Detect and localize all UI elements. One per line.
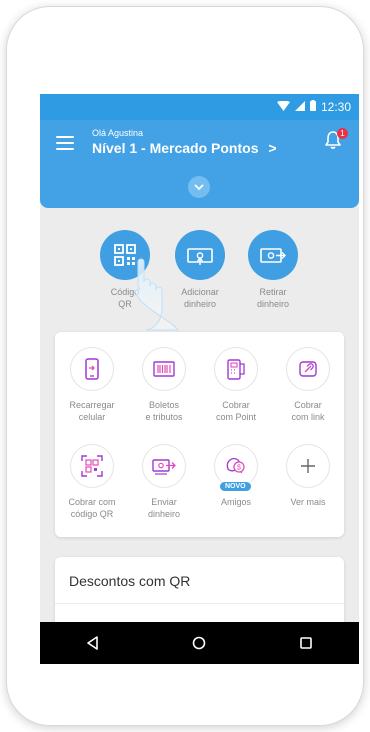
phone-frame: 12:30 Olá Agustina Nível 1 - Mercado Pon… <box>6 6 364 726</box>
app-screen: 12:30 Olá Agustina Nível 1 - Mercado Pon… <box>40 94 359 664</box>
wifi-icon <box>276 100 290 114</box>
discounts-title: Descontos com QR <box>69 573 191 589</box>
link-icon <box>286 347 330 391</box>
chevron-down-icon <box>194 183 204 190</box>
tile-charge-point[interactable]: Cobrar com Point <box>201 347 271 423</box>
tile-label: Cobrar com código QR <box>68 497 116 519</box>
send-money-icon <box>142 444 186 488</box>
new-badge: NOVO <box>220 482 251 491</box>
svg-text:$: $ <box>237 465 241 472</box>
status-time: 12:30 <box>320 100 351 114</box>
plus-icon <box>286 444 330 488</box>
barcode-icon <box>142 347 186 391</box>
tile-label: Cobrar com Point <box>215 400 257 422</box>
menu-icon[interactable] <box>56 136 74 150</box>
quick-actions: Código QR Adicionar dinheiro Retirar din… <box>40 208 359 331</box>
withdraw-money-icon <box>248 230 298 280</box>
tile-label: Ver mais <box>290 497 326 507</box>
tile-label: Enviar dinheiro <box>147 497 181 519</box>
level-text: Nível 1 - Mercado Pontos <box>92 140 259 156</box>
tile-charge-link[interactable]: Cobrar com link <box>273 347 343 423</box>
tile-label: Amigos <box>220 497 251 507</box>
services-card: Recarregar celular Boletos e tributos Co… <box>55 332 344 537</box>
phone-recharge-icon <box>70 347 114 391</box>
tile-friends[interactable]: $ NOVO Amigos <box>201 444 271 508</box>
tile-bills[interactable]: Boletos e tributos <box>129 347 199 423</box>
notifications-button[interactable]: 1 <box>323 128 348 152</box>
status-bar: 12:30 <box>40 94 359 120</box>
back-button[interactable] <box>73 628 113 658</box>
recents-icon <box>300 637 312 649</box>
notification-badge: 1 <box>337 128 348 139</box>
qr-scan-icon <box>70 444 114 488</box>
tile-label: Recarregar celular <box>69 400 115 422</box>
tile-label: Cobrar com link <box>291 400 325 422</box>
point-device-icon <box>214 347 258 391</box>
home-icon <box>193 636 206 650</box>
back-icon <box>87 636 98 650</box>
tile-label: Boletos e tributos <box>145 400 183 422</box>
hand-pointer-icon <box>135 258 180 331</box>
chevron-right-icon: > <box>268 140 277 156</box>
divider <box>55 603 344 604</box>
tile-see-more[interactable]: Ver mais <box>273 444 343 508</box>
withdraw-money-button[interactable]: Retirar dinheiro <box>243 230 303 310</box>
expand-button[interactable] <box>188 176 210 198</box>
android-nav-bar <box>40 622 359 664</box>
tile-send-money[interactable]: Enviar dinheiro <box>129 444 199 520</box>
home-button[interactable] <box>179 628 219 658</box>
app-header: Olá Agustina Nível 1 - Mercado Pontos > … <box>40 120 359 208</box>
tile-recharge-phone[interactable]: Recarregar celular <box>57 347 127 423</box>
recents-button[interactable] <box>286 628 326 658</box>
level-link[interactable]: Nível 1 - Mercado Pontos > <box>92 140 277 156</box>
greeting-text: Olá Agustina <box>92 128 144 138</box>
battery-icon <box>309 100 316 114</box>
withdraw-money-label: Retirar dinheiro <box>256 287 290 309</box>
tile-charge-qr[interactable]: Cobrar com código QR <box>57 444 127 520</box>
add-money-label: Adicionar dinheiro <box>181 287 219 309</box>
signal-icon <box>294 100 305 114</box>
discounts-card[interactable]: Descontos com QR <box>55 557 344 627</box>
